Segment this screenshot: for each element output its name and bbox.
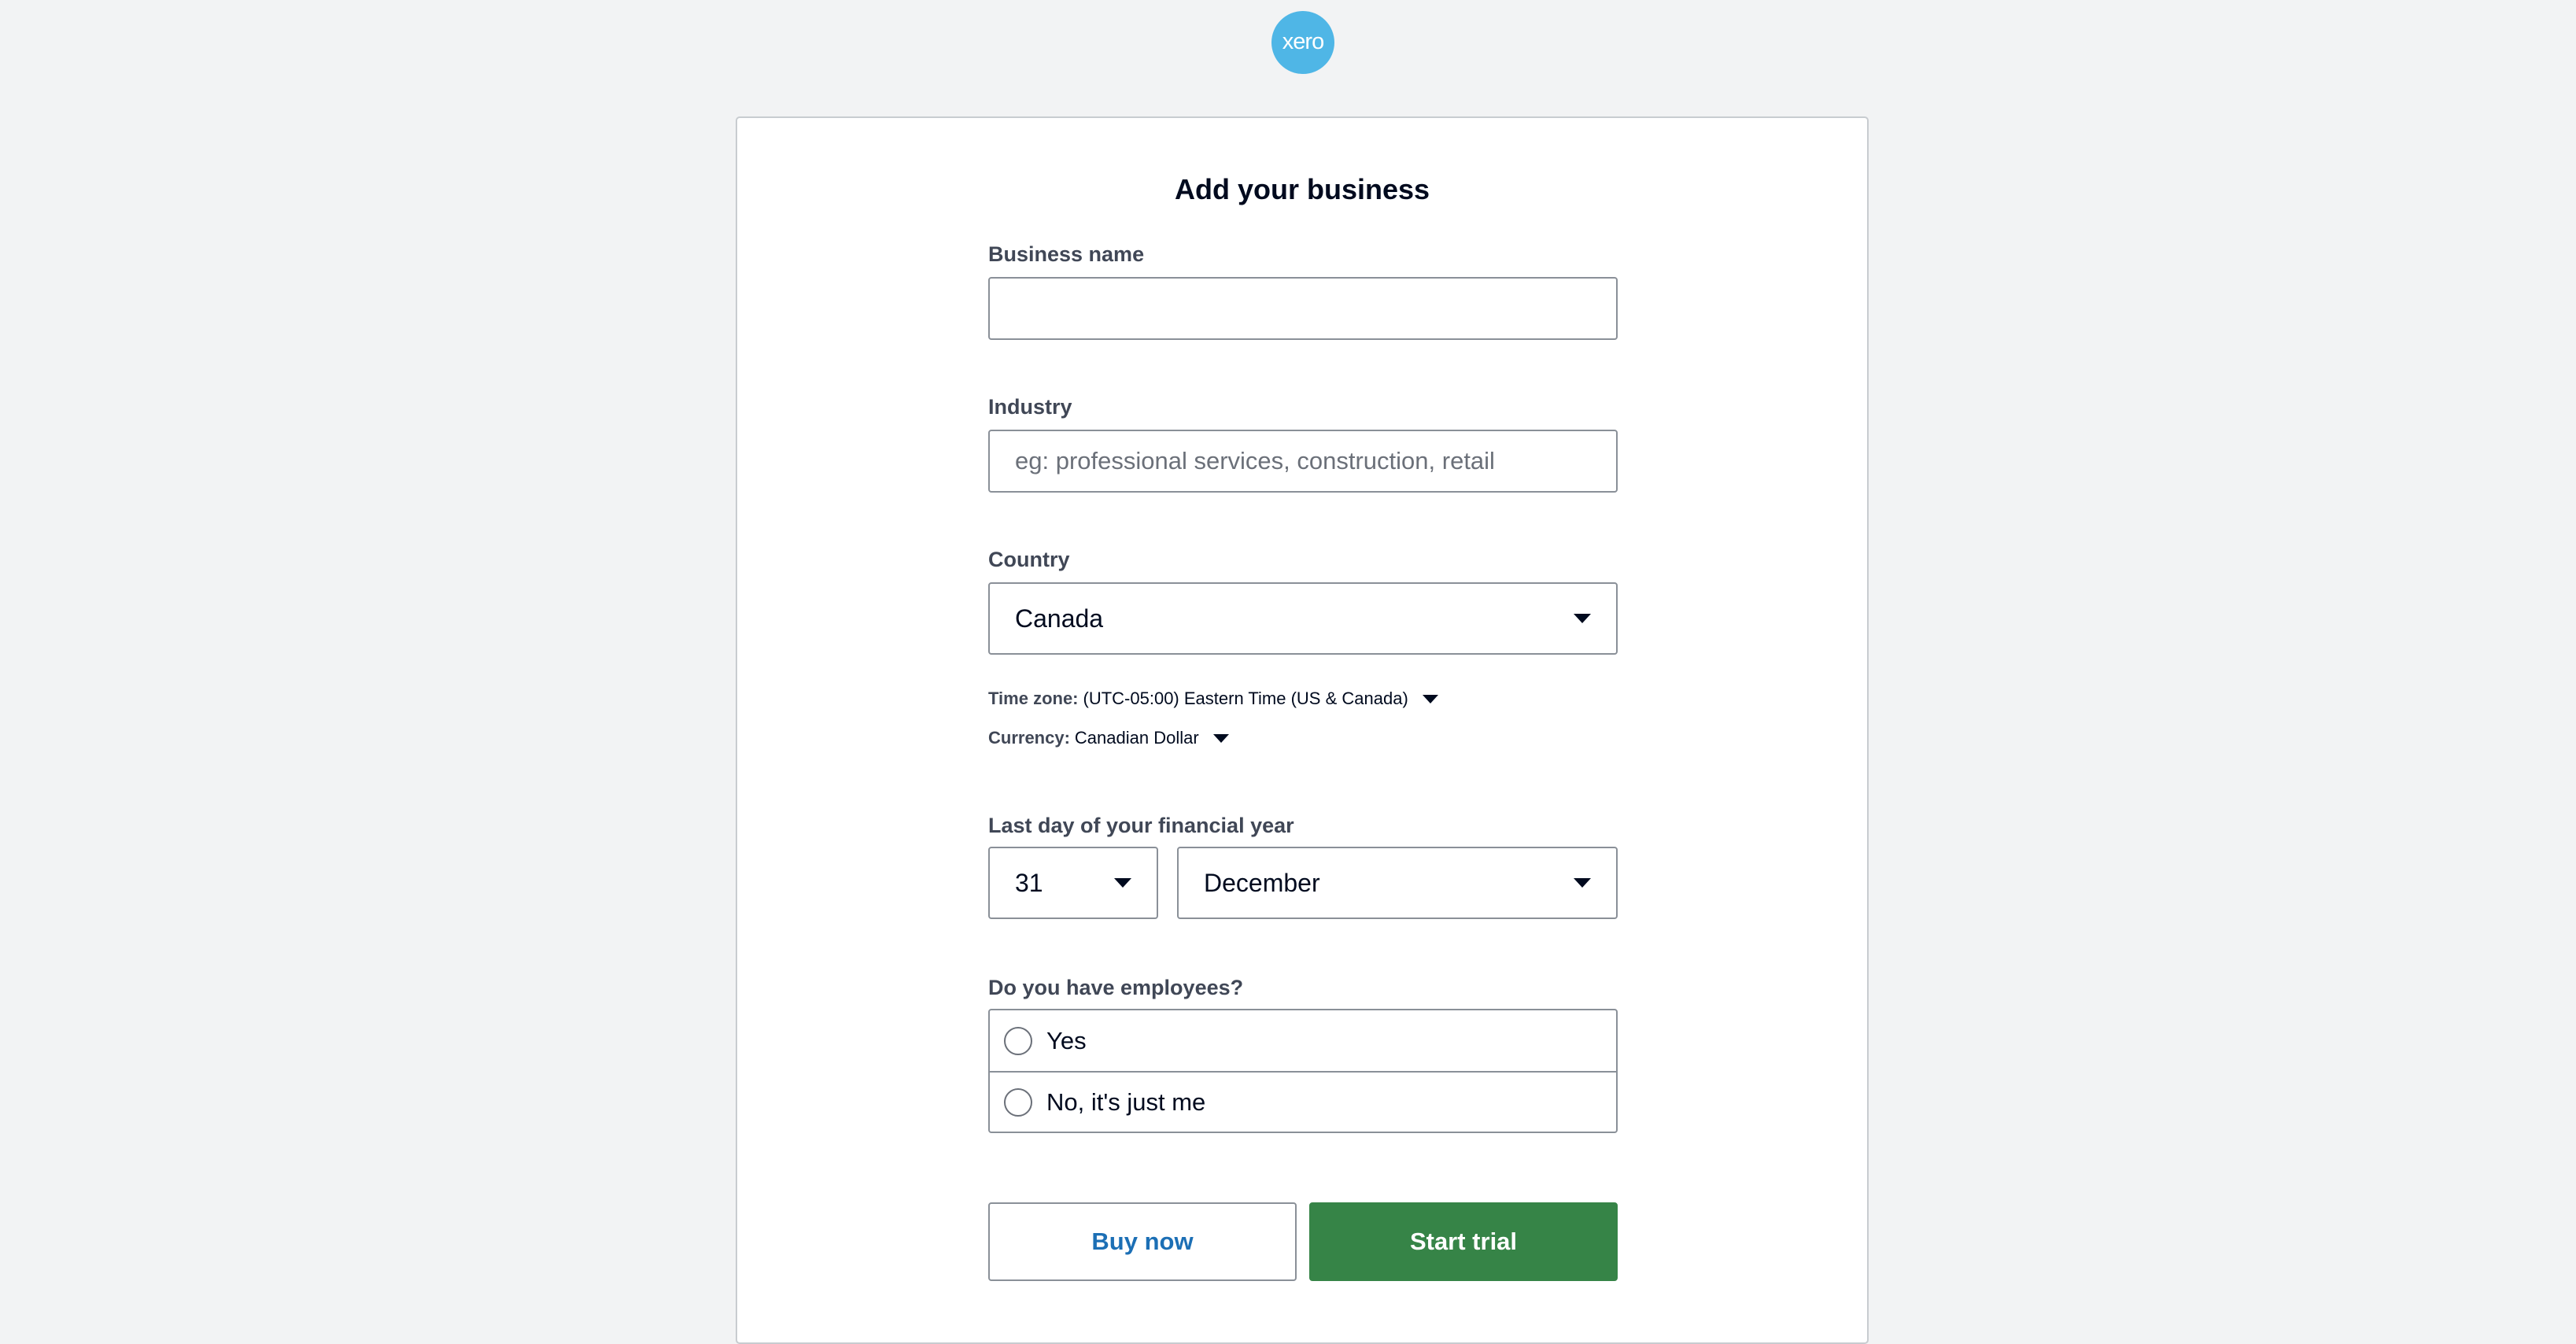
buy-now-button[interactable]: Buy now (988, 1202, 1297, 1281)
employees-label: Do you have employees? (988, 976, 1244, 999)
time-zone-label: Time zone: (988, 689, 1079, 708)
country-select[interactable]: Canada (988, 582, 1618, 655)
caret-down-icon (1574, 878, 1591, 888)
country-label: Country (988, 548, 1070, 571)
radio-button[interactable] (1004, 1087, 1032, 1117)
business-name-label: Business name (988, 242, 1145, 266)
radio-label: Yes (1046, 1026, 1087, 1054)
radio-label: No, it's just me (1046, 1087, 1206, 1116)
employees-option-no[interactable]: No, it's just me (990, 1071, 1616, 1132)
employees-radio-group: Yes No, it's just me (988, 1009, 1618, 1133)
xero-logo: xero (1271, 11, 1334, 74)
time-zone-selector[interactable]: Time zone: (UTC-05:00) Eastern Time (US … (988, 689, 1438, 709)
financial-year-label: Last day of your financial year (988, 814, 1294, 837)
financial-year-month-select[interactable]: December (1177, 847, 1618, 919)
currency-label: Currency: (988, 728, 1070, 748)
start-trial-button[interactable]: Start trial (1309, 1202, 1618, 1281)
radio-button[interactable] (1004, 1026, 1032, 1055)
month-value: December (1204, 868, 1320, 897)
time-zone-value: (UTC-05:00) Eastern Time (US & Canada) (1083, 689, 1408, 708)
currency-selector[interactable]: Currency: Canadian Dollar (988, 728, 1229, 748)
caret-down-icon (1422, 694, 1438, 703)
caret-down-icon (1212, 733, 1229, 743)
logo-text: xero (1282, 28, 1324, 54)
caret-down-icon (1574, 614, 1591, 623)
country-value: Canada (1015, 604, 1104, 633)
currency-value: Canadian Dollar (1074, 728, 1199, 748)
caret-down-icon (1114, 878, 1131, 888)
financial-year-day-select[interactable]: 31 (988, 847, 1158, 919)
industry-label: Industry (988, 395, 1072, 419)
day-value: 31 (1015, 868, 1043, 897)
employees-option-yes[interactable]: Yes (990, 1010, 1616, 1071)
industry-input[interactable] (988, 430, 1618, 493)
business-name-input[interactable] (988, 277, 1618, 340)
page-title: Add your business (1174, 173, 1430, 205)
